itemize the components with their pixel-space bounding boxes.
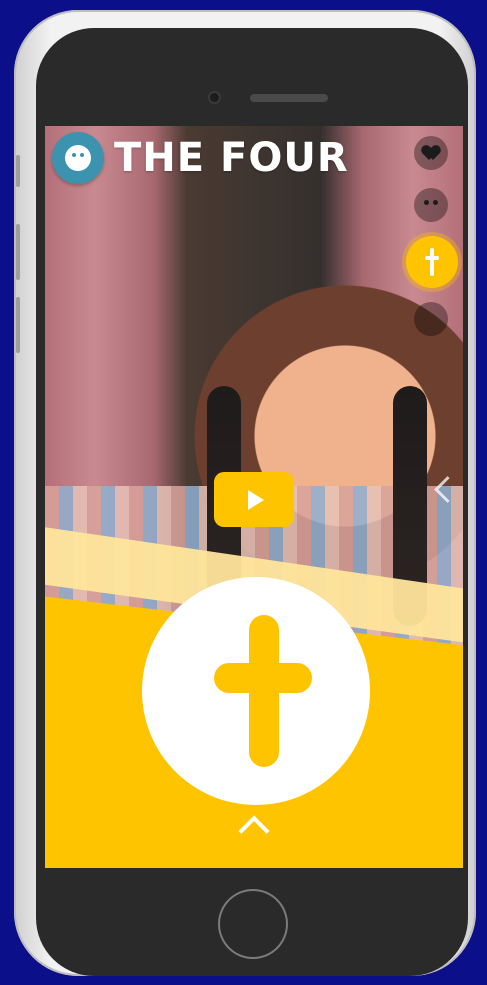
phone-side-button (16, 297, 20, 353)
face-icon-eye-left (424, 200, 429, 205)
phone-front-camera (210, 93, 219, 102)
smiley-icon[interactable] (52, 132, 104, 184)
phone-speaker (250, 94, 328, 102)
cross-icon-glyph (425, 248, 439, 276)
cross-icon[interactable] (406, 236, 458, 288)
right-rail (406, 132, 470, 352)
face-icon-eye-right (433, 200, 438, 205)
phone-side-button (16, 155, 20, 187)
brand-header: THE FOUR (52, 132, 349, 184)
face-icon[interactable] (414, 188, 448, 222)
brand-title: THE FOUR (114, 135, 349, 181)
unknown-icon[interactable] (414, 302, 448, 336)
home-button[interactable] (218, 889, 288, 959)
play-button[interactable] (214, 472, 294, 527)
phone-side-button (16, 224, 20, 280)
smiley-face (65, 145, 91, 171)
heart-icon[interactable] (414, 136, 448, 170)
heart-icon-glyph (423, 146, 439, 160)
cross-icon (214, 615, 312, 767)
play-icon (248, 489, 264, 510)
